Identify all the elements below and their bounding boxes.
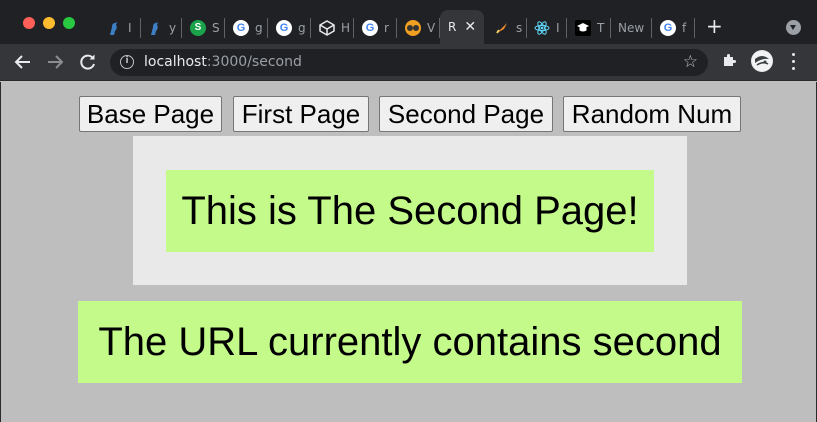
tab-scholar[interactable]: T bbox=[567, 11, 609, 44]
tab-title: V bbox=[427, 20, 435, 35]
close-tab-icon[interactable]: ✕ bbox=[464, 19, 476, 35]
tab-title: g bbox=[298, 20, 306, 35]
tab-title: S bbox=[212, 20, 220, 35]
reload-icon[interactable] bbox=[77, 51, 99, 73]
tab[interactable]: V bbox=[397, 11, 439, 44]
bird-icon bbox=[147, 20, 163, 36]
tab[interactable]: H bbox=[311, 11, 353, 44]
random-num-button[interactable]: Random Num bbox=[563, 96, 741, 132]
tab-title: I bbox=[556, 20, 560, 35]
address-bar[interactable]: i localhost:3000/second ☆ bbox=[110, 49, 708, 76]
close-window-button[interactable] bbox=[23, 17, 35, 29]
tab[interactable]: Gr bbox=[354, 11, 396, 44]
graduation-cap-icon bbox=[575, 19, 591, 36]
page-content: Base Page First Page Second Page Random … bbox=[0, 82, 817, 422]
tab[interactable]: I bbox=[526, 11, 566, 44]
tab[interactable]: y bbox=[139, 11, 181, 44]
google-icon: G bbox=[276, 19, 292, 36]
tab-title: R bbox=[448, 20, 457, 34]
s-logo-icon: S bbox=[190, 19, 206, 36]
profile-avatar-icon[interactable] bbox=[751, 50, 773, 72]
tab-strip: IySSGgGgHGrVsI R ✕ T New G f + bbox=[0, 0, 817, 44]
more-menu-icon[interactable] bbox=[792, 53, 796, 71]
bird-icon bbox=[106, 20, 122, 36]
page-nav: Base Page First Page Second Page Random … bbox=[1, 96, 817, 132]
page-heading: This is The Second Page! bbox=[166, 170, 654, 252]
tab[interactable]: SS bbox=[182, 11, 224, 44]
second-page-button[interactable]: Second Page bbox=[379, 96, 553, 132]
tab-title: y bbox=[169, 20, 177, 35]
tab-active[interactable]: R ✕ bbox=[440, 10, 484, 44]
google-icon: G bbox=[660, 19, 676, 36]
tab-title: H bbox=[341, 20, 349, 35]
base-page-button[interactable]: Base Page bbox=[79, 96, 222, 132]
tab-google[interactable]: G f bbox=[652, 11, 694, 44]
back-arrow-icon[interactable] bbox=[12, 51, 34, 73]
tab-title: s bbox=[516, 20, 523, 35]
tab[interactable]: s bbox=[486, 11, 526, 44]
url-path: :3000/second bbox=[206, 54, 302, 70]
minimize-window-button[interactable] bbox=[43, 17, 55, 29]
tab-separator bbox=[694, 18, 695, 38]
url-message: The URL currently contains second bbox=[78, 301, 742, 383]
info-icon[interactable]: i bbox=[120, 55, 134, 69]
tab-title: f bbox=[682, 20, 687, 35]
tab[interactable]: I bbox=[98, 11, 140, 44]
tab-title: New bbox=[618, 20, 645, 35]
tab-title: I bbox=[128, 20, 132, 35]
rocket-icon bbox=[494, 20, 510, 36]
goggles-icon bbox=[405, 19, 421, 36]
url-text: localhost:3000/second bbox=[144, 54, 302, 71]
google-icon: G bbox=[362, 19, 378, 36]
react-icon bbox=[534, 20, 550, 36]
browser-toolbar: i localhost:3000/second ☆ bbox=[0, 44, 817, 81]
tab-new[interactable]: New bbox=[610, 11, 652, 44]
cube-icon bbox=[319, 19, 335, 36]
tab-title: g bbox=[255, 20, 263, 35]
new-tab-button[interactable]: + bbox=[706, 16, 723, 36]
tab-title: r bbox=[384, 20, 389, 35]
page-card: This is The Second Page! bbox=[133, 136, 687, 285]
tab-title: T bbox=[597, 20, 605, 35]
maximize-window-button[interactable] bbox=[63, 17, 75, 29]
bookmark-star-icon[interactable]: ☆ bbox=[683, 52, 698, 72]
tab-search-icon[interactable] bbox=[786, 20, 801, 35]
url-host: localhost bbox=[144, 54, 207, 70]
forward-arrow-icon[interactable] bbox=[44, 51, 66, 73]
tab[interactable]: Gg bbox=[225, 11, 267, 44]
first-page-button[interactable]: First Page bbox=[233, 96, 369, 132]
puzzle-extension-icon[interactable] bbox=[721, 52, 737, 68]
tab[interactable]: Gg bbox=[268, 11, 310, 44]
google-icon: G bbox=[233, 19, 249, 36]
